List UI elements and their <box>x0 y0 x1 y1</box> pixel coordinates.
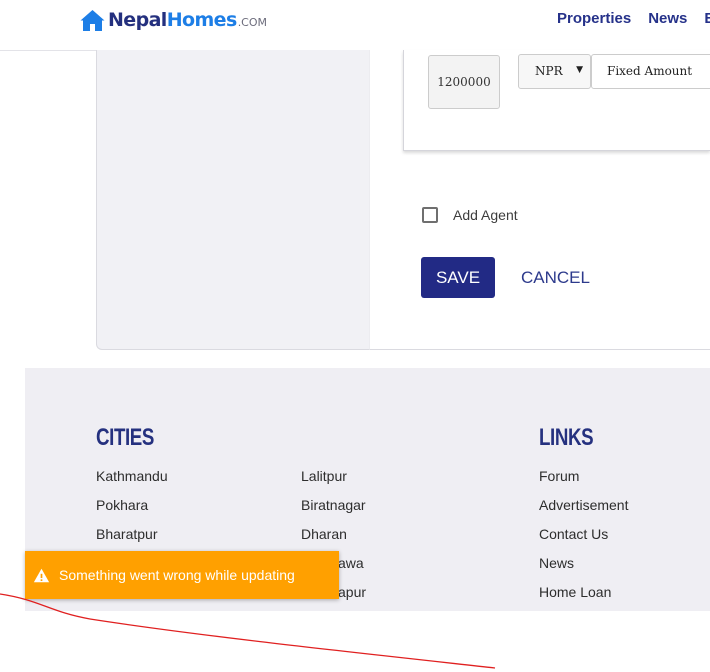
error-toast[interactable]: Something went wrong while updating <box>25 551 339 599</box>
links-heading: LINKS <box>539 424 594 451</box>
price-amount-value: 1200000 <box>437 75 491 89</box>
cities-heading: CITIES <box>96 424 154 451</box>
nav-link-properties[interactable]: Properties <box>557 10 631 27</box>
chevron-down-icon: ▼ <box>576 65 583 75</box>
house-icon <box>80 9 105 31</box>
logo-brand-part1: Nepal <box>108 9 167 31</box>
city-link-biratnagar[interactable]: Biratnagar <box>301 497 366 513</box>
currency-select[interactable]: NPR ▼ <box>518 54 591 89</box>
main-nav: Properties News E <box>557 10 710 27</box>
save-button[interactable]: SAVE <box>421 257 495 298</box>
cancel-button[interactable]: CANCEL <box>521 268 590 288</box>
form-sidebar-panel <box>96 50 369 350</box>
logo-text: NepalHomes <box>108 9 237 31</box>
logo-domain: .COM <box>237 16 268 29</box>
price-type-value: Fixed Amount <box>607 64 693 78</box>
warning-icon <box>33 568 50 582</box>
currency-value: NPR <box>535 64 563 78</box>
price-amount-input[interactable]: 1200000 <box>428 55 500 109</box>
add-agent-label[interactable]: Add Agent <box>453 207 518 223</box>
price-type-select[interactable]: Fixed Amount <box>591 54 710 89</box>
footer-link-news[interactable]: News <box>539 555 574 571</box>
footer-link-contact-us[interactable]: Contact Us <box>539 526 608 542</box>
footer-link-advertisement[interactable]: Advertisement <box>539 497 628 513</box>
footer-link-home-loan[interactable]: Home Loan <box>539 584 611 600</box>
city-link-dharan[interactable]: Dharan <box>301 526 347 542</box>
site-header: NepalHomes .COM Properties News E <box>0 0 710 51</box>
toast-message: Something went wrong while updating <box>59 567 295 583</box>
add-agent-checkbox[interactable] <box>422 207 438 223</box>
nav-link-news[interactable]: News <box>648 10 687 27</box>
city-link-pokhara[interactable]: Pokhara <box>96 497 148 513</box>
nav-link-more[interactable]: E <box>704 10 710 27</box>
city-link-partial-awa[interactable]: awa <box>338 555 364 571</box>
logo-brand-part2: Homes <box>166 9 238 31</box>
city-link-partial-apur[interactable]: apur <box>338 584 366 600</box>
add-agent-row: Add Agent <box>422 207 518 223</box>
city-link-lalitpur[interactable]: Lalitpur <box>301 468 347 484</box>
footer-link-forum[interactable]: Forum <box>539 468 579 484</box>
city-link-bharatpur[interactable]: Bharatpur <box>96 526 157 542</box>
site-logo[interactable]: NepalHomes .COM <box>79 7 267 33</box>
city-link-kathmandu[interactable]: Kathmandu <box>96 468 168 484</box>
